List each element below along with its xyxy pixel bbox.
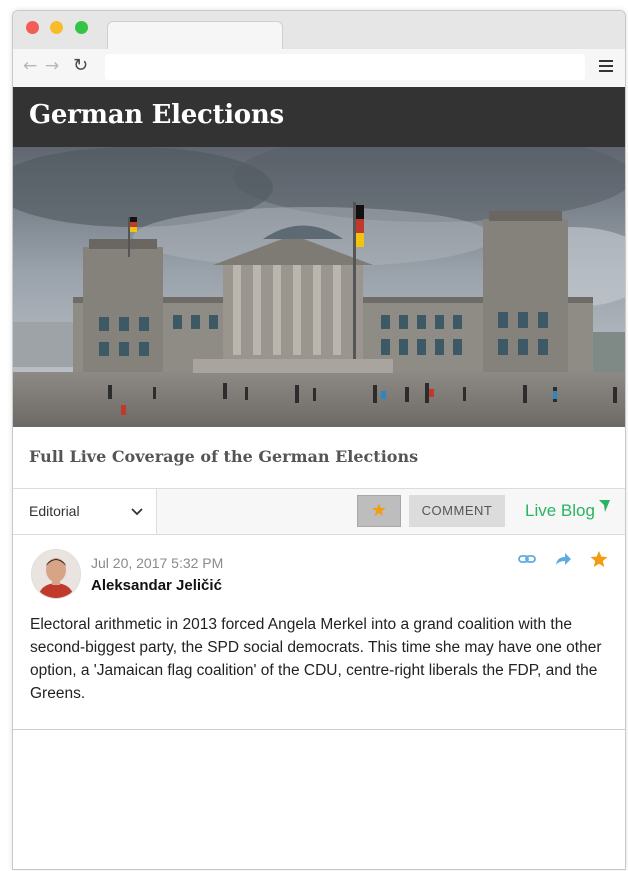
post-actions — [517, 549, 613, 569]
star-icon[interactable] — [589, 549, 609, 569]
page-title: German Elections — [29, 100, 284, 130]
star-icon: ★ — [370, 500, 388, 521]
blog-post: Jul 20, 2017 5:32 PM Aleksandar Jeličić … — [13, 535, 625, 730]
chevron-down-icon — [131, 508, 143, 516]
post-timestamp: Jul 20, 2017 5:32 PM — [91, 555, 224, 571]
filter-dropdown-value: Editorial — [29, 503, 80, 519]
page-header: German Elections — [13, 87, 625, 147]
filter-dropdown[interactable]: Editorial — [13, 489, 157, 534]
avatar-portrait — [32, 550, 80, 598]
back-arrow-icon[interactable]: ← — [23, 56, 37, 76]
browser-toolbar: ← → ↻ — [13, 49, 625, 88]
reload-icon[interactable]: ↻ — [73, 55, 88, 76]
close-window-button[interactable] — [26, 21, 39, 34]
reichstag-photo — [13, 147, 625, 427]
hamburger-menu-icon[interactable] — [599, 60, 613, 74]
blog-subtitle: Full Live Coverage of the German Electio… — [29, 447, 419, 466]
browser-tab[interactable] — [107, 21, 283, 50]
share-icon[interactable] — [553, 549, 573, 569]
link-icon[interactable] — [517, 549, 537, 569]
minimize-window-button[interactable] — [50, 21, 63, 34]
forward-arrow-icon[interactable]: → — [45, 56, 59, 76]
comment-button[interactable]: COMMENT — [409, 495, 505, 527]
post-author: Aleksandar Jeličić — [91, 577, 222, 594]
live-blog-logo: Live Blog — [525, 501, 595, 520]
post-body: Electoral arithmetic in 2013 forced Ange… — [30, 616, 602, 702]
live-blog-arrow-icon — [599, 500, 610, 512]
hero-image — [13, 147, 625, 427]
address-bar[interactable] — [105, 54, 585, 80]
browser-window: ← → ↻ German Elections Full Live Coverag… — [12, 10, 626, 870]
highlight-star-button[interactable]: ★ — [357, 495, 401, 527]
maximize-window-button[interactable] — [75, 21, 88, 34]
author-avatar — [31, 549, 81, 599]
title-bar — [13, 11, 625, 50]
blog-controls: Editorial ★ COMMENT Live Blog — [13, 489, 625, 535]
subtitle-section: Full Live Coverage of the German Electio… — [13, 427, 625, 489]
